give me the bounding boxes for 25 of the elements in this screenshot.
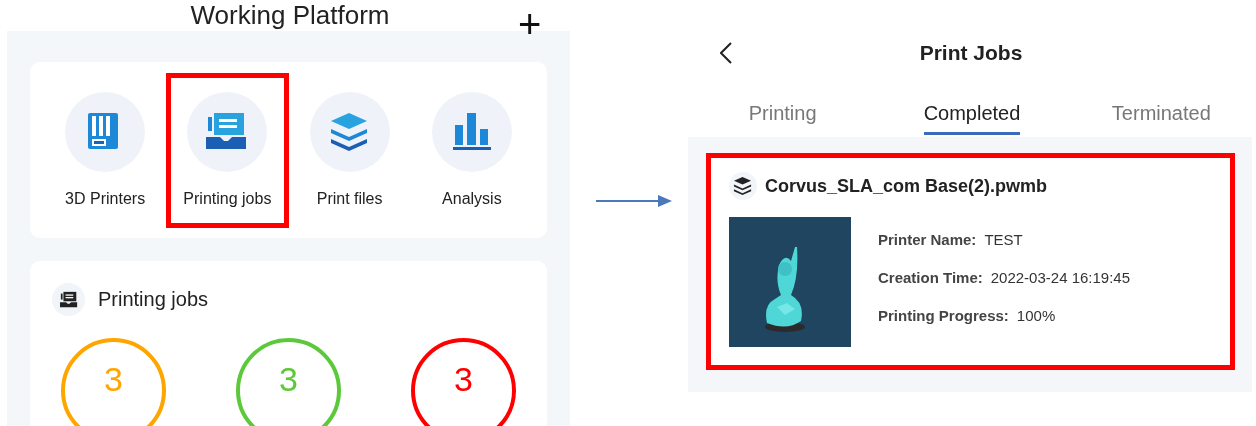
field-label: Printing Progress:: [878, 307, 1009, 324]
shortcut-button[interactable]: 3D Printers: [44, 72, 167, 228]
shortcut-button[interactable]: Printing jobs: [166, 72, 289, 228]
field-value: 100%: [1016, 307, 1056, 324]
shortcut-button[interactable]: Print files: [288, 72, 411, 228]
field-value: 2022-03-24 16:19:45: [990, 269, 1131, 286]
screen-title: Print Jobs: [919, 41, 1023, 65]
bar-chart-icon: [450, 111, 493, 153]
count-ring: 3: [236, 338, 341, 426]
count-ring: 3: [61, 338, 166, 426]
tab[interactable]: Printing: [748, 80, 817, 135]
layers-icon: [733, 176, 753, 196]
inbox-icon: [59, 290, 78, 309]
field-label: Printer Name:: [878, 231, 977, 248]
screen-title: Working Platform: [190, 0, 390, 31]
count-ring: 3: [411, 338, 516, 426]
add-button[interactable]: +: [518, 2, 542, 46]
field-label: Creation Time:: [878, 269, 983, 286]
back-icon: [720, 42, 732, 64]
file-name: Corvus_SLA_com Base(2).pwmb: [765, 175, 1048, 197]
job-card[interactable]: Corvus_SLA_com Base(2).pwmb Printer Name: TEST Creation Time: 2022-03-24 16:19:45 Printing Progress: 100%: [706, 153, 1235, 370]
section-title: Printing jobs: [98, 288, 209, 311]
tab[interactable]: Terminated: [1111, 80, 1211, 135]
field-value: TEST: [984, 231, 1023, 248]
shortcut-button[interactable]: Analysis: [410, 72, 533, 228]
